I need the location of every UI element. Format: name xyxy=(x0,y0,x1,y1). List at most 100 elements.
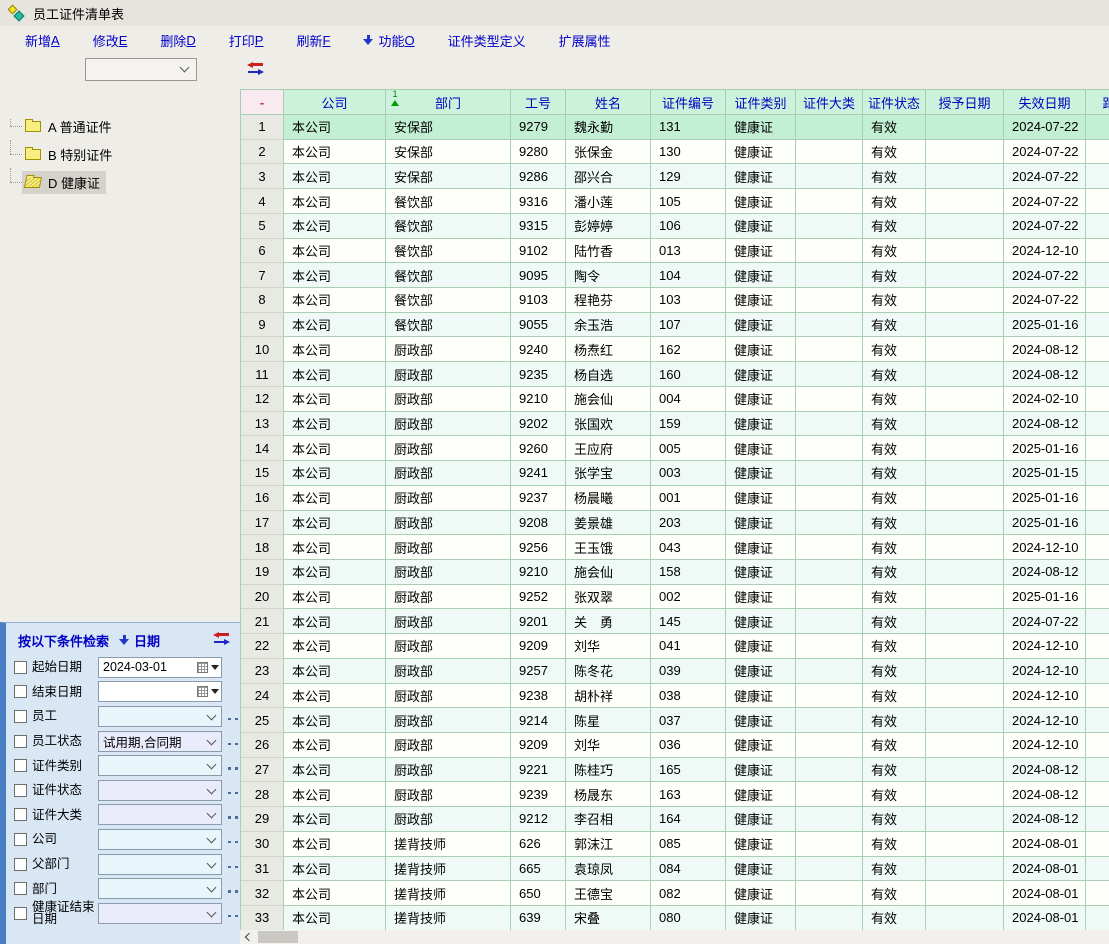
cell-name[interactable]: 王应府 xyxy=(566,436,651,461)
cell-row-number[interactable]: 6 xyxy=(241,239,284,264)
swap-icon[interactable] xyxy=(213,632,230,644)
cell-company[interactable]: 本公司 xyxy=(284,461,386,486)
cell-row-number[interactable]: 26 xyxy=(241,733,284,758)
table-row[interactable]: 29 本公司 厨政部 9212 李召相 164 健康证 有效 2024-08-1… xyxy=(241,807,1109,832)
cell-name[interactable]: 刘华 xyxy=(566,733,651,758)
cell-cert-class[interactable] xyxy=(796,733,863,758)
cell-distance[interactable] xyxy=(1086,115,1109,140)
cell-grant-date[interactable] xyxy=(926,436,1004,461)
cell-cert-no[interactable]: 106 xyxy=(651,214,726,239)
table-row[interactable]: 7 本公司 餐饮部 9095 陶令 104 健康证 有效 2024-07-22 xyxy=(241,263,1109,288)
cell-expire-date[interactable]: 2024-07-22 xyxy=(1004,288,1086,313)
table-header-cell[interactable]: 公司 xyxy=(284,89,386,115)
cell-cert-class[interactable] xyxy=(796,189,863,214)
cell-cert-status[interactable]: 有效 xyxy=(863,461,926,486)
cell-cert-no[interactable]: 163 xyxy=(651,782,726,807)
cell-expire-date[interactable]: 2025-01-15 xyxy=(1004,461,1086,486)
cell-company[interactable]: 本公司 xyxy=(284,288,386,313)
cell-department[interactable]: 餐饮部 xyxy=(386,288,511,313)
cell-emp-no[interactable]: 9102 xyxy=(511,239,566,264)
cell-distance[interactable] xyxy=(1086,140,1109,165)
cell-department[interactable]: 厨政部 xyxy=(386,585,511,610)
cell-department[interactable]: 厨政部 xyxy=(386,337,511,362)
cell-name[interactable]: 杨焘红 xyxy=(566,337,651,362)
cell-cert-no[interactable]: 036 xyxy=(651,733,726,758)
cell-row-number[interactable]: 1 xyxy=(241,115,284,140)
cell-cert-class[interactable] xyxy=(796,313,863,338)
cell-cert-class[interactable] xyxy=(796,164,863,189)
cell-grant-date[interactable] xyxy=(926,511,1004,536)
cell-cert-type[interactable]: 健康证 xyxy=(726,140,796,165)
cell-department[interactable]: 厨政部 xyxy=(386,387,511,412)
cell-company[interactable]: 本公司 xyxy=(284,115,386,140)
tree-item[interactable]: B 特别证件 xyxy=(8,140,233,168)
cell-company[interactable]: 本公司 xyxy=(284,832,386,857)
cell-name[interactable]: 陈冬花 xyxy=(566,659,651,684)
filter-checkbox[interactable] xyxy=(14,710,27,723)
filter-field[interactable] xyxy=(98,681,222,702)
cell-cert-class[interactable] xyxy=(796,486,863,511)
cell-department[interactable]: 安保部 xyxy=(386,164,511,189)
horizontal-scrollbar[interactable] xyxy=(240,930,1109,944)
cell-grant-date[interactable] xyxy=(926,906,1004,931)
cell-distance[interactable] xyxy=(1086,733,1109,758)
cell-distance[interactable] xyxy=(1086,684,1109,709)
cell-name[interactable]: 魏永勤 xyxy=(566,115,651,140)
cell-company[interactable]: 本公司 xyxy=(284,362,386,387)
cell-emp-no[interactable]: 626 xyxy=(511,832,566,857)
cell-expire-date[interactable]: 2024-07-22 xyxy=(1004,609,1086,634)
cell-cert-no[interactable]: 103 xyxy=(651,288,726,313)
table-row[interactable]: 16 本公司 厨政部 9237 杨晨曦 001 健康证 有效 2025-01-1… xyxy=(241,486,1109,511)
cell-row-number[interactable]: 32 xyxy=(241,881,284,906)
cell-expire-date[interactable]: 2024-02-10 xyxy=(1004,387,1086,412)
cell-emp-no[interactable]: 9237 xyxy=(511,486,566,511)
cell-department[interactable]: 搓背技师 xyxy=(386,906,511,931)
cell-grant-date[interactable] xyxy=(926,881,1004,906)
table-row[interactable]: 8 本公司 餐饮部 9103 程艳芬 103 健康证 有效 2024-07-22 xyxy=(241,288,1109,313)
cell-cert-status[interactable]: 有效 xyxy=(863,708,926,733)
cell-name[interactable]: 郭沫江 xyxy=(566,832,651,857)
cell-emp-no[interactable]: 9315 xyxy=(511,214,566,239)
filter-checkbox[interactable] xyxy=(14,759,27,772)
cell-row-number[interactable]: 20 xyxy=(241,585,284,610)
cell-cert-class[interactable] xyxy=(796,782,863,807)
cell-expire-date[interactable]: 2024-08-01 xyxy=(1004,906,1086,931)
table-header-cell[interactable]: 工号 xyxy=(511,89,566,115)
cell-grant-date[interactable] xyxy=(926,115,1004,140)
cell-row-number[interactable]: 31 xyxy=(241,857,284,882)
cell-name[interactable]: 杨晟东 xyxy=(566,782,651,807)
cell-row-number[interactable]: 3 xyxy=(241,164,284,189)
cell-grant-date[interactable] xyxy=(926,659,1004,684)
cell-company[interactable]: 本公司 xyxy=(284,733,386,758)
table-row[interactable]: 23 本公司 厨政部 9257 陈冬花 039 健康证 有效 2024-12-1… xyxy=(241,659,1109,684)
filter-field[interactable] xyxy=(98,755,222,776)
cell-company[interactable]: 本公司 xyxy=(284,239,386,264)
cell-department[interactable]: 厨政部 xyxy=(386,362,511,387)
cell-distance[interactable] xyxy=(1086,461,1109,486)
filter-checkbox[interactable] xyxy=(14,858,27,871)
cell-emp-no[interactable]: 9238 xyxy=(511,684,566,709)
cell-cert-no[interactable]: 158 xyxy=(651,560,726,585)
cell-cert-status[interactable]: 有效 xyxy=(863,214,926,239)
cell-row-number[interactable]: 13 xyxy=(241,412,284,437)
cell-emp-no[interactable]: 9256 xyxy=(511,535,566,560)
cell-distance[interactable] xyxy=(1086,288,1109,313)
cell-distance[interactable] xyxy=(1086,189,1109,214)
calendar-dropdown-button[interactable] xyxy=(193,660,219,675)
cell-company[interactable]: 本公司 xyxy=(284,708,386,733)
cell-grant-date[interactable] xyxy=(926,733,1004,758)
cell-expire-date[interactable]: 2024-08-12 xyxy=(1004,412,1086,437)
cell-expire-date[interactable]: 2025-01-16 xyxy=(1004,585,1086,610)
cell-name[interactable]: 李召相 xyxy=(566,807,651,832)
cell-distance[interactable] xyxy=(1086,708,1109,733)
cell-department[interactable]: 厨政部 xyxy=(386,535,511,560)
cell-grant-date[interactable] xyxy=(926,263,1004,288)
cell-cert-no[interactable]: 130 xyxy=(651,140,726,165)
cell-company[interactable]: 本公司 xyxy=(284,189,386,214)
cell-department[interactable]: 厨政部 xyxy=(386,412,511,437)
cell-cert-no[interactable]: 001 xyxy=(651,486,726,511)
cell-row-number[interactable]: 29 xyxy=(241,807,284,832)
cell-cert-class[interactable] xyxy=(796,881,863,906)
cell-distance[interactable] xyxy=(1086,560,1109,585)
cell-cert-status[interactable]: 有效 xyxy=(863,486,926,511)
